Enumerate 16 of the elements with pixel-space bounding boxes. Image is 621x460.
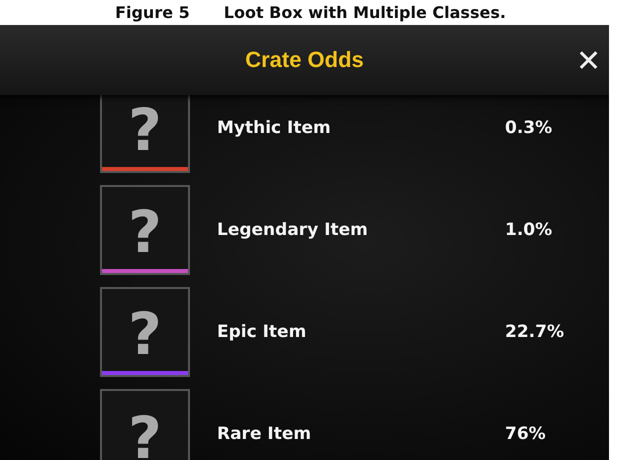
window-title: Crate Odds xyxy=(245,47,364,73)
close-button[interactable]: ✕ xyxy=(568,39,609,83)
item-name: Legendary Item xyxy=(217,220,369,240)
unknown-item-glyph: ? xyxy=(127,299,163,370)
figure-label: Figure 5 xyxy=(115,3,190,22)
item-odds: 1.0% xyxy=(505,220,552,240)
item-odds: 0.3% xyxy=(505,118,552,138)
item-odds: 76% xyxy=(505,424,546,444)
unknown-item-glyph: ? xyxy=(127,197,163,268)
unknown-item-glyph: ? xyxy=(127,403,163,460)
figure-caption: Loot Box with Multiple Classes. xyxy=(224,3,506,22)
item-name: Mythic Item xyxy=(217,118,332,138)
item-name: Rare Item xyxy=(217,424,312,444)
unknown-item-glyph: ? xyxy=(127,95,163,166)
item-name: Epic Item xyxy=(217,322,308,342)
item-odds: 22.7% xyxy=(505,322,564,342)
